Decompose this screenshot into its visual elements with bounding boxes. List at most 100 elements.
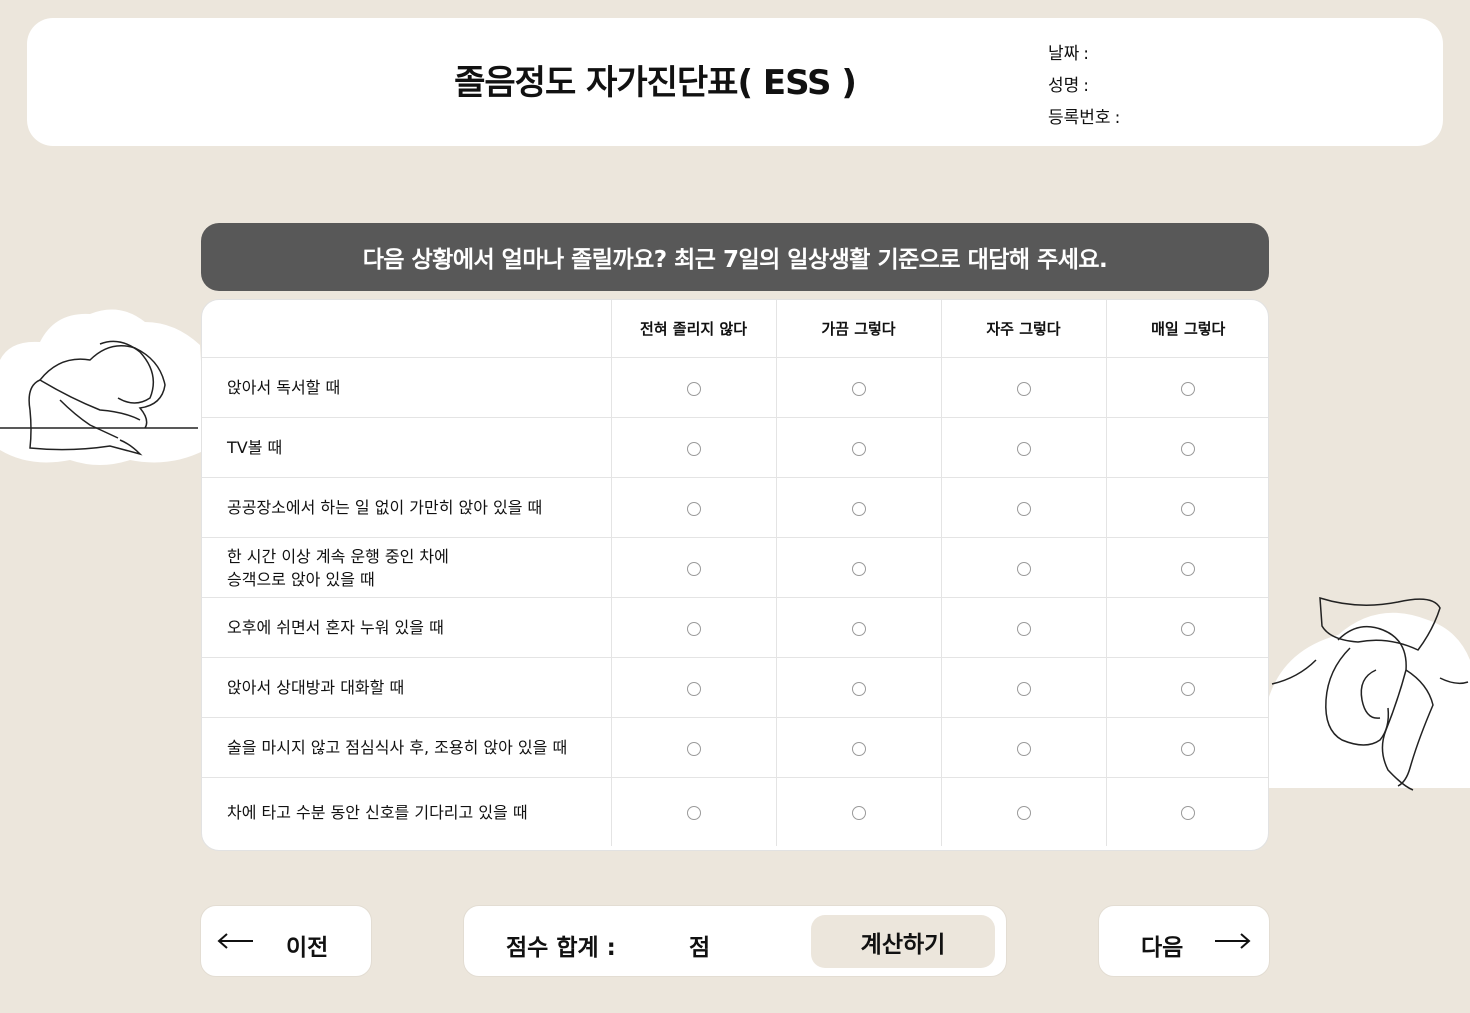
sleeping-person-illustration xyxy=(0,309,205,465)
option-cell xyxy=(941,717,1107,778)
score-unit: 점 xyxy=(689,935,711,961)
question-text: TV볼 때 xyxy=(202,417,612,478)
option-cell xyxy=(611,537,777,598)
option-cell xyxy=(1106,717,1268,778)
option-cell xyxy=(776,537,942,598)
answer-radio[interactable] xyxy=(1181,621,1196,636)
table-header-row: 전혀 졸리지 않다 가끔 그렇다 자주 그렇다 매일 그렇다 xyxy=(202,300,1268,358)
lying-person-illustration xyxy=(1268,596,1470,791)
option-cell xyxy=(1106,778,1268,847)
option-cell xyxy=(1106,537,1268,598)
option-cell xyxy=(776,417,942,478)
answer-radio[interactable] xyxy=(1016,561,1031,576)
column-header: 전혀 졸리지 않다 xyxy=(611,300,777,358)
score-panel: 점수 합계 : 점 계산하기 xyxy=(463,905,1007,977)
option-cell xyxy=(941,417,1107,478)
prev-button[interactable]: 이전 xyxy=(200,905,372,977)
option-cell xyxy=(776,777,942,846)
answer-radio[interactable] xyxy=(686,441,701,456)
option-cell xyxy=(941,537,1107,598)
table-row: TV볼 때 xyxy=(202,417,1268,478)
question-text: 오후에 쉬면서 혼자 누워 있을 때 xyxy=(202,597,612,658)
date-field: 날짜 : xyxy=(1048,38,1120,70)
answer-radio[interactable] xyxy=(851,381,866,396)
column-header: 매일 그렇다 xyxy=(1106,300,1268,358)
page-title: 졸음정도 자가진단표( ESS ) xyxy=(454,63,857,103)
option-cell xyxy=(1106,597,1268,658)
question-text: 공공장소에서 하는 일 없이 가만히 앉아 있을 때 xyxy=(202,477,612,538)
question-text: 차에 타고 수분 동안 신호를 기다리고 있을 때 xyxy=(202,777,612,846)
registration-colon: : xyxy=(1114,108,1121,128)
option-cell xyxy=(776,357,942,418)
registration-field: 등록번호 : xyxy=(1048,102,1120,134)
header-card: 졸음정도 자가진단표( ESS ) 날짜 : 성명 : 등록번호 : xyxy=(27,18,1443,146)
next-button[interactable]: 다음 xyxy=(1098,905,1270,977)
answer-radio[interactable] xyxy=(851,441,866,456)
answer-radio[interactable] xyxy=(1016,806,1031,820)
answer-radio[interactable] xyxy=(686,501,701,516)
answer-radio[interactable] xyxy=(1181,561,1196,576)
answer-radio[interactable] xyxy=(686,621,701,636)
date-label: 날짜 xyxy=(1048,44,1080,64)
option-cell xyxy=(776,717,942,778)
question-text: 앉아서 독서할 때 xyxy=(202,357,612,418)
answer-radio[interactable] xyxy=(686,381,701,396)
option-cell xyxy=(941,357,1107,418)
answer-radio[interactable] xyxy=(1181,681,1196,696)
answer-radio[interactable] xyxy=(686,741,701,756)
answer-radio[interactable] xyxy=(1016,441,1031,456)
column-header: 자주 그렇다 xyxy=(941,300,1107,358)
option-cell xyxy=(611,477,777,538)
table-row: 술을 마시지 않고 점심식사 후, 조용히 앉아 있을 때 xyxy=(202,717,1268,778)
table-row: 한 시간 이상 계속 운행 중인 차에 승객으로 앉아 있을 때 xyxy=(202,537,1268,598)
answer-radio[interactable] xyxy=(851,561,866,576)
patient-info: 날짜 : 성명 : 등록번호 : xyxy=(1048,38,1120,134)
question-text: 술을 마시지 않고 점심식사 후, 조용히 앉아 있을 때 xyxy=(202,717,612,778)
answer-radio[interactable] xyxy=(1181,806,1196,820)
option-cell xyxy=(1106,357,1268,418)
answer-radio[interactable] xyxy=(1016,741,1031,756)
table-row: 공공장소에서 하는 일 없이 가만히 앉아 있을 때 xyxy=(202,477,1268,538)
instruction-banner: 다음 상황에서 얼마나 졸릴까요? 최근 7일의 일상생활 기준으로 대답해 주… xyxy=(201,223,1269,291)
answer-radio[interactable] xyxy=(686,561,701,576)
table-row: 앉아서 독서할 때 xyxy=(202,357,1268,418)
answer-radio[interactable] xyxy=(1016,681,1031,696)
question-text: 한 시간 이상 계속 운행 중인 차에 승객으로 앉아 있을 때 xyxy=(202,537,612,598)
option-cell xyxy=(611,357,777,418)
registration-label: 등록번호 xyxy=(1048,108,1111,128)
answer-radio[interactable] xyxy=(851,741,866,756)
answer-radio[interactable] xyxy=(1181,741,1196,756)
answer-radio[interactable] xyxy=(851,621,866,636)
option-cell xyxy=(941,477,1107,538)
answer-radio[interactable] xyxy=(1016,621,1031,636)
option-cell xyxy=(1106,417,1268,478)
answer-radio[interactable] xyxy=(851,681,866,696)
option-cell xyxy=(941,777,1107,846)
answer-radio[interactable] xyxy=(686,806,701,820)
option-cell xyxy=(611,777,777,846)
calculate-button[interactable]: 계산하기 xyxy=(811,915,995,968)
score-total-label: 점수 합계 : xyxy=(506,935,616,961)
questionnaire-table: 전혀 졸리지 않다 가끔 그렇다 자주 그렇다 매일 그렇다 앉아서 독서할 때… xyxy=(202,300,1268,847)
left-arrow-icon xyxy=(217,933,253,949)
answer-radio[interactable] xyxy=(851,501,866,516)
right-arrow-icon xyxy=(1215,933,1251,949)
table-row: 차에 타고 수분 동안 신호를 기다리고 있을 때 xyxy=(202,777,1268,847)
question-text: 앉아서 상대방과 대화할 때 xyxy=(202,657,612,718)
answer-radio[interactable] xyxy=(686,681,701,696)
name-label: 성명 xyxy=(1048,76,1080,96)
answer-radio[interactable] xyxy=(851,806,866,820)
option-cell xyxy=(776,597,942,658)
table-row: 오후에 쉬면서 혼자 누워 있을 때 xyxy=(202,597,1268,658)
answer-radio[interactable] xyxy=(1181,381,1196,396)
header-empty-cell xyxy=(202,300,612,358)
prev-label: 이전 xyxy=(286,935,329,961)
next-label: 다음 xyxy=(1141,935,1184,961)
answer-radio[interactable] xyxy=(1181,501,1196,516)
answer-radio[interactable] xyxy=(1181,441,1196,456)
answer-radio[interactable] xyxy=(1016,501,1031,516)
option-cell xyxy=(611,417,777,478)
column-header: 가끔 그렇다 xyxy=(776,300,942,358)
answer-radio[interactable] xyxy=(1016,381,1031,396)
date-colon: : xyxy=(1083,44,1090,64)
